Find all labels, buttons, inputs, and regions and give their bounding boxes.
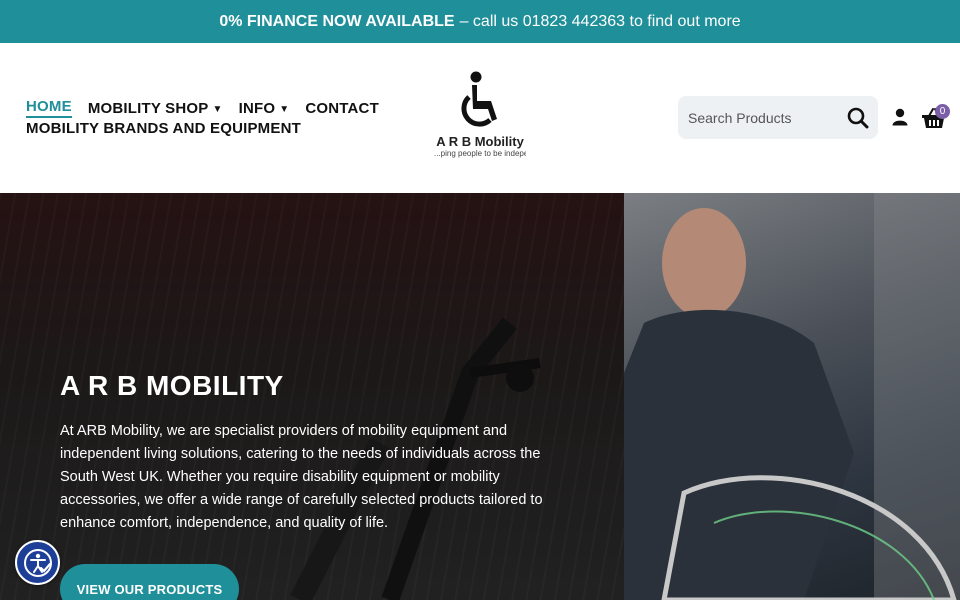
nav-home[interactable]: HOME [26,98,72,118]
main-nav: HOME MOBILITY SHOP ▼ INFO ▼ CONTACT MOBI… [26,98,406,138]
announcement-bar: 0% FINANCE NOW AVAILABLE – call us 01823… [0,0,960,43]
view-products-button[interactable]: VIEW OUR PRODUCTS [60,564,239,600]
nav-info-label: INFO [238,99,276,117]
nav-contact[interactable]: CONTACT [305,100,379,117]
search-box [678,96,878,139]
hero-banner: A R B MOBILITY At ARB Mobility, we are s… [0,193,960,600]
search-button[interactable] [846,106,870,130]
chevron-down-icon: ▼ [212,103,223,115]
logo-name: A R B Mobility [436,134,524,149]
wheelchair-logo-icon [461,71,497,127]
site-logo[interactable]: A R B Mobility ...ping people to be inde… [430,71,530,165]
accessibility-button[interactable] [15,540,60,585]
site-header: HOME MOBILITY SHOP ▼ INFO ▼ CONTACT MOBI… [0,43,960,193]
hero-description: At ARB Mobility, we are specialist provi… [60,423,543,531]
nav-mobility-shop-label: MOBILITY SHOP [87,99,209,117]
announcement-text: – call us 01823 442363 to find out more [459,12,741,30]
account-button[interactable] [891,108,909,126]
user-icon [892,108,908,126]
nav-contact-label: CONTACT [305,99,379,117]
nav-info[interactable]: INFO ▼ [239,100,290,117]
nav-home-label: HOME [26,98,72,115]
nav-brands-label: MOBILITY BRANDS AND EQUIPMENT [26,119,301,137]
accessibility-icon [23,548,52,577]
chevron-down-icon: ▼ [279,103,290,115]
search-input[interactable] [688,109,846,126]
finance-highlight: 0% FINANCE NOW AVAILABLE [219,12,455,30]
search-icon [847,107,869,128]
person-silhouette [624,193,960,600]
hero-photo-wheelchair-user [624,193,960,600]
nav-brands[interactable]: MOBILITY BRANDS AND EQUIPMENT [26,120,301,137]
logo-tagline: ...ping people to be indepen... [434,149,526,158]
hero-title: A R B MOBILITY [60,370,284,401]
basket-count-badge: 0 [935,104,950,119]
nav-mobility-shop[interactable]: MOBILITY SHOP ▼ [88,100,223,117]
